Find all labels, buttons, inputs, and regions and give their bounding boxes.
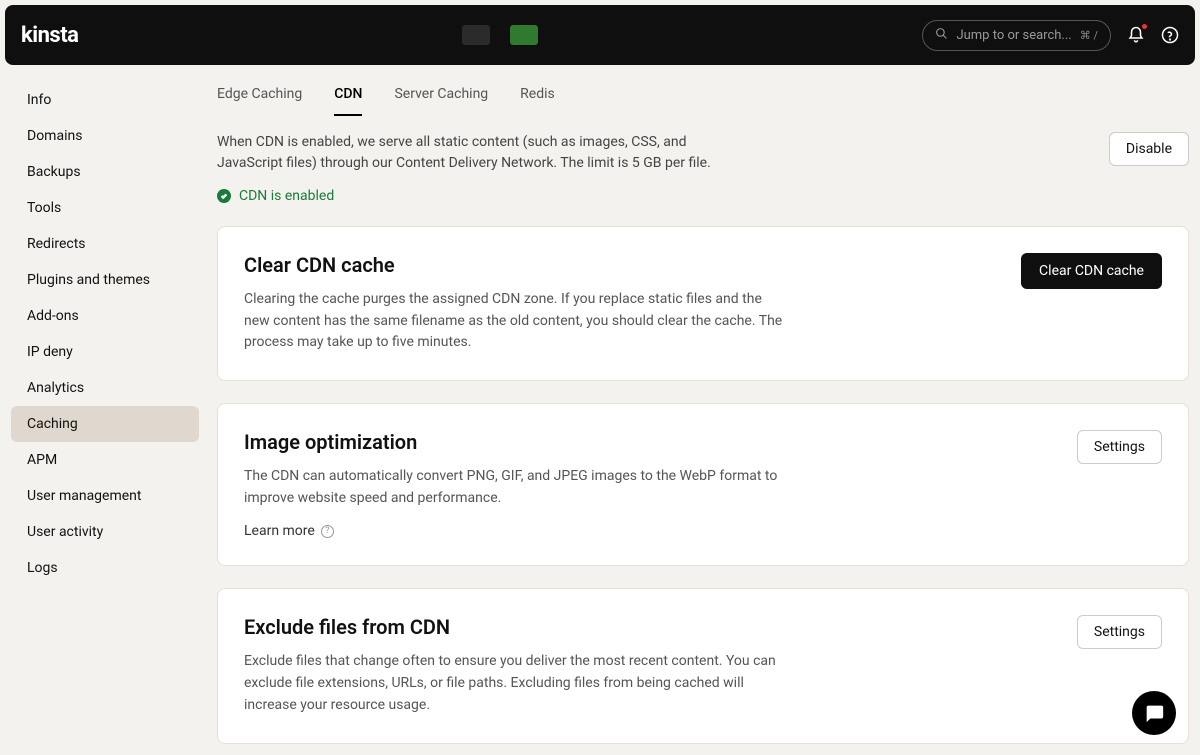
image-opt-body: The CDN can automatically convert PNG, G… xyxy=(244,466,784,509)
sidebar-item-plugins-themes[interactable]: Plugins and themes xyxy=(11,262,199,298)
env-badge-dark[interactable] xyxy=(462,25,490,45)
info-icon: ? xyxy=(321,525,334,538)
intro-row: When CDN is enabled, we serve all static… xyxy=(217,132,1189,204)
sidebar-item-redirects[interactable]: Redirects xyxy=(11,226,199,262)
exclude-title: Exclude files from CDN xyxy=(244,615,784,639)
search-icon xyxy=(935,27,948,44)
sidebar-item-addons[interactable]: Add-ons xyxy=(11,298,199,334)
notification-dot xyxy=(1142,24,1147,29)
tab-redis[interactable]: Redis xyxy=(520,78,555,116)
chat-button[interactable] xyxy=(1132,691,1176,735)
search-placeholder: Jump to or search... xyxy=(956,28,1071,43)
sidebar-item-tools[interactable]: Tools xyxy=(11,190,199,226)
cdn-description: When CDN is enabled, we serve all static… xyxy=(217,132,747,174)
exclude-settings-button[interactable]: Settings xyxy=(1077,615,1162,649)
learn-more-label: Learn more xyxy=(244,523,315,539)
sidebar-item-analytics[interactable]: Analytics xyxy=(11,370,199,406)
sidebar-item-logs[interactable]: Logs xyxy=(11,550,199,586)
card-image-optimization: Image optimization The CDN can automatic… xyxy=(217,403,1189,566)
sidebar-item-user-management[interactable]: User management xyxy=(11,478,199,514)
sidebar-item-user-activity[interactable]: User activity xyxy=(11,514,199,550)
env-badge-green[interactable] xyxy=(510,25,538,45)
sidebar-item-backups[interactable]: Backups xyxy=(11,154,199,190)
sidebar-item-ip-deny[interactable]: IP deny xyxy=(11,334,199,370)
notifications-button[interactable] xyxy=(1127,26,1145,44)
top-bar: kinsta Jump to or search... ⌘ / xyxy=(5,5,1195,65)
tab-server-caching[interactable]: Server Caching xyxy=(394,78,488,116)
clear-cache-title: Clear CDN cache xyxy=(244,253,784,277)
disable-button[interactable]: Disable xyxy=(1109,132,1189,166)
content-area: Edge Caching CDN Server Caching Redis Wh… xyxy=(205,70,1195,750)
tabs: Edge Caching CDN Server Caching Redis xyxy=(217,70,1189,116)
brand-logo[interactable]: kinsta xyxy=(21,23,78,48)
tab-edge-caching[interactable]: Edge Caching xyxy=(217,78,302,116)
search-shortcut-hint: ⌘ / xyxy=(1080,29,1098,42)
sidebar-item-apm[interactable]: APM xyxy=(11,442,199,478)
help-button[interactable] xyxy=(1161,26,1179,44)
sidebar-item-info[interactable]: Info xyxy=(11,82,199,118)
clear-cdn-cache-button[interactable]: Clear CDN cache xyxy=(1021,253,1162,289)
sidebar-item-domains[interactable]: Domains xyxy=(11,118,199,154)
tab-cdn[interactable]: CDN xyxy=(334,78,362,116)
search-input[interactable]: Jump to or search... ⌘ / xyxy=(922,20,1111,51)
learn-more-link[interactable]: Learn more ? xyxy=(244,523,334,539)
card-exclude-files: Exclude files from CDN Exclude files tha… xyxy=(217,588,1189,743)
sidebar-item-caching[interactable]: Caching xyxy=(11,406,199,442)
image-opt-settings-button[interactable]: Settings xyxy=(1077,430,1162,464)
sidebar: Info Domains Backups Tools Redirects Plu… xyxy=(5,70,205,750)
cdn-status: CDN is enabled xyxy=(217,188,747,204)
card-clear-cdn-cache: Clear CDN cache Clearing the cache purge… xyxy=(217,226,1189,381)
top-center xyxy=(94,25,906,45)
clear-cache-body: Clearing the cache purges the assigned C… xyxy=(244,289,784,354)
exclude-body: Exclude files that change often to ensur… xyxy=(244,651,784,716)
cdn-status-text: CDN is enabled xyxy=(239,188,334,204)
image-opt-title: Image optimization xyxy=(244,430,784,454)
check-icon xyxy=(217,189,231,203)
